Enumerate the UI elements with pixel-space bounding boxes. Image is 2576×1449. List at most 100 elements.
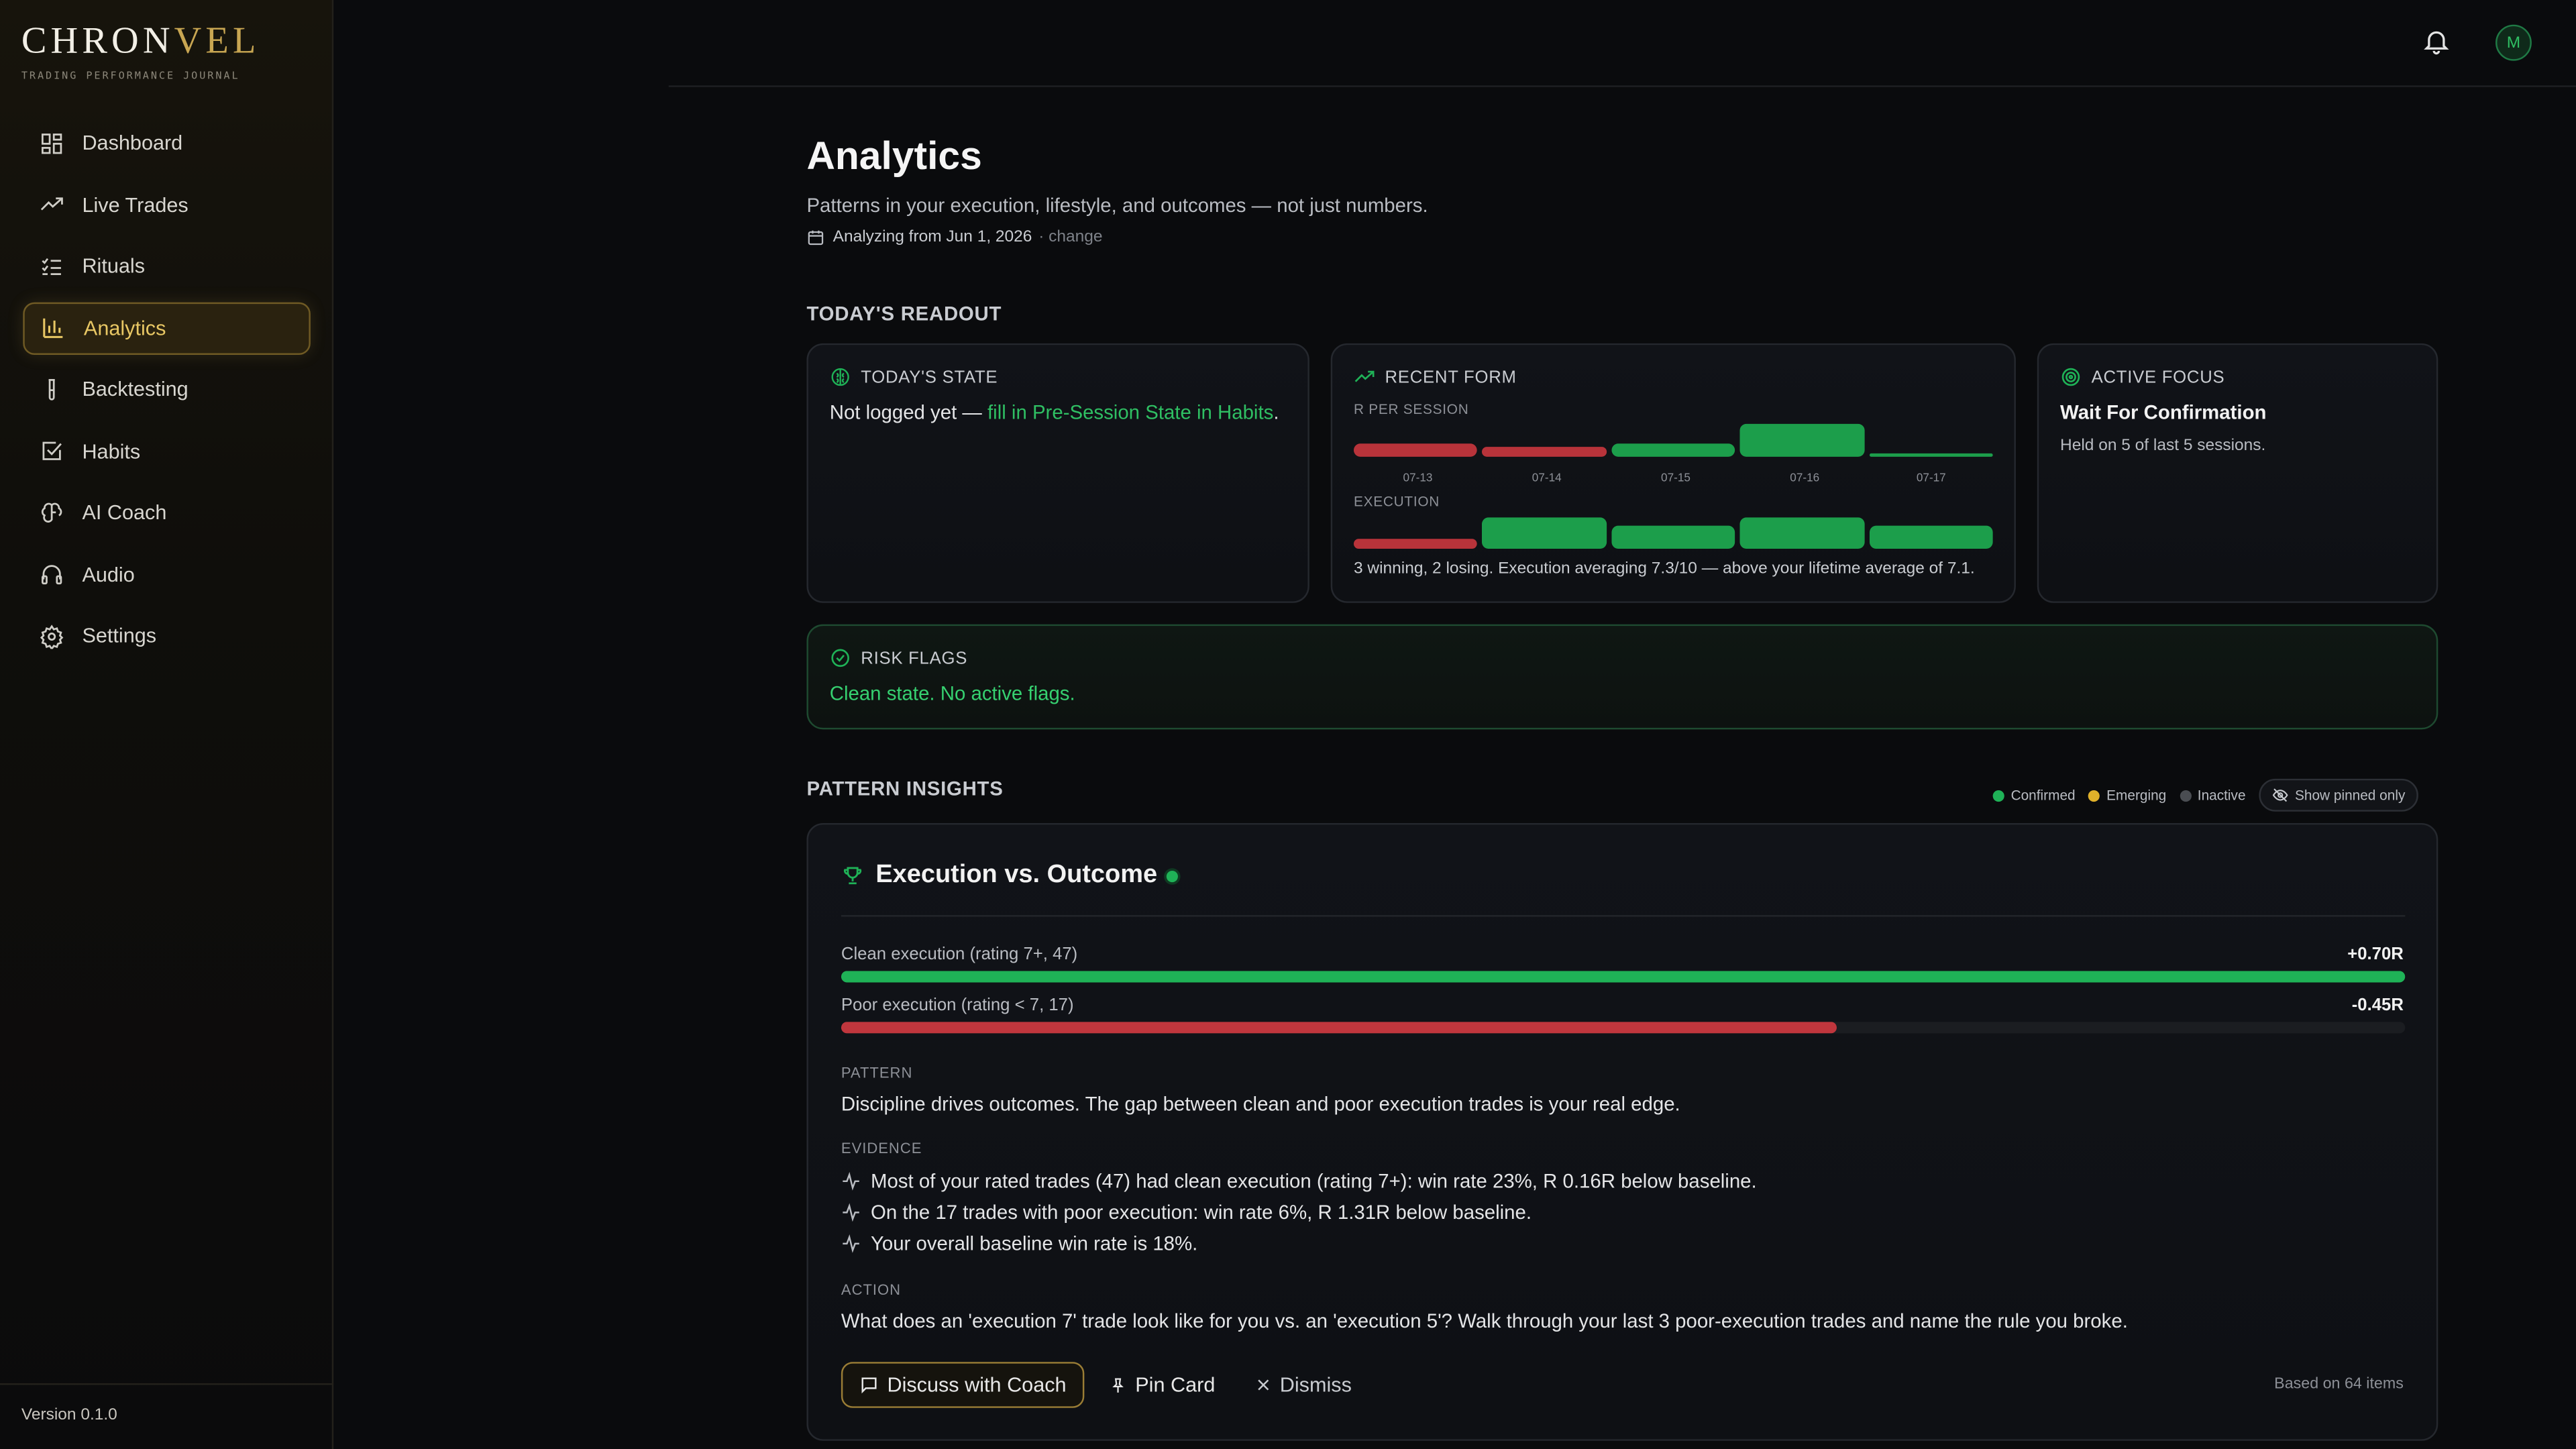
legend-inactive: Inactive [2179,787,2246,804]
eye-off-icon [2272,787,2288,803]
session-date: 07-13 [1403,473,1433,485]
evidence-label: EVIDENCE [841,1140,922,1157]
nav-label: Rituals [82,254,146,278]
active-focus-title: ACTIVE FOCUS [2091,367,2225,387]
close-icon [1255,1377,1271,1393]
nav-item-rituals[interactable]: Rituals [23,240,311,292]
pin-card-button[interactable]: Pin Card [1109,1373,1216,1397]
legend-label: Confirmed [2010,787,2076,804]
sidebar-nav: Dashboard Live Trades Rituals Analytics … [23,117,311,672]
pre-session-link[interactable]: fill in Pre-Session State in Habits [987,401,1273,424]
clean-execution-label: Clean execution (rating 7+, 47) [841,945,1078,965]
evidence-item: Your overall baseline win rate is 18%. [841,1232,1197,1255]
evidence-text: On the 17 trades with poor execution: wi… [870,1201,1532,1224]
session-date-labels: 07-13 07-14 07-15 07-16 07-17 [1354,473,1993,484]
nav-label: Live Trades [82,193,189,217]
pin-icon [1109,1376,1127,1394]
trending-up-icon [40,193,64,217]
recent-form-card: RECENT FORM R PER SESSION 07-13 07-14 07… [1330,343,2016,603]
todays-state-header: TODAY'S STATE [830,366,998,388]
state-text-end: . [1273,400,1279,424]
risk-flags-header: RISK FLAGS [830,647,967,669]
notifications-bell-icon[interactable] [2422,26,2451,56]
dismiss-button[interactable]: Dismiss [1255,1373,1352,1397]
divider [841,915,2406,917]
gear-icon [40,623,64,649]
risk-flags-title: RISK FLAGS [861,648,968,668]
nav-item-habits[interactable]: Habits [23,425,311,477]
based-on-count: Based on 64 items [2274,1375,2404,1393]
analyzing-label: Analyzing from Jun 1, 2026 [833,228,1032,247]
dashboard-icon [40,131,64,156]
recent-form-header: RECENT FORM [1354,366,1517,388]
action-label: ACTION [841,1281,902,1298]
confirmed-dot-icon [1992,789,2004,801]
session-date: 07-15 [1661,473,1690,485]
nav-item-audio[interactable]: Audio [23,548,311,600]
poor-execution-label: Poor execution (rating < 7, 17) [841,996,1074,1016]
r-bar-0714 [1481,447,1607,457]
session-date: 07-17 [1916,473,1946,485]
nav-label: Dashboard [82,131,183,155]
bar-chart-icon [41,315,66,340]
r-bar-0715 [1611,443,1735,457]
poor-execution-track [841,1022,2406,1034]
trending-up-icon [1354,366,1375,388]
focus-name: Wait For Confirmation [2060,400,2267,424]
nav-label: Audio [82,562,135,586]
page-subtitle: Patterns in your execution, lifestyle, a… [806,193,1428,217]
insight-card-execution-vs-outcome: Execution vs. Outcome Clean execution (r… [806,822,2438,1441]
evidence-item: On the 17 trades with poor execution: wi… [841,1201,1532,1224]
activity-icon [841,1171,861,1191]
button-label: Discuss with Coach [887,1373,1067,1397]
session-date: 07-14 [1532,473,1562,485]
todays-state-text: Not logged yet — fill in Pre-Session Sta… [830,401,1279,424]
r-bar-0713 [1353,443,1477,457]
checklist-icon [40,254,64,278]
exec-bar-0714 [1481,517,1607,549]
poor-execution-bar [841,1022,1838,1034]
nav-item-dashboard[interactable]: Dashboard [23,117,311,169]
nav-label: AI Coach [82,500,167,525]
nav-item-live-trades[interactable]: Live Trades [23,178,311,231]
nav-item-ai-coach[interactable]: AI Coach [23,486,311,539]
headphones-icon [40,562,64,587]
pinned-label: Show pinned only [2295,787,2406,804]
session-date: 07-16 [1790,473,1820,485]
confirmed-status-dot [1167,869,1179,881]
evidence-text: Most of your rated trades (47) had clean… [870,1169,1757,1193]
pattern-label: PATTERN [841,1064,913,1081]
discuss-with-coach-button[interactable]: Discuss with Coach [841,1362,1085,1408]
user-avatar[interactable]: M [2496,24,2532,61]
active-focus-header: ACTIVE FOCUS [2060,366,2224,388]
test-tube-icon [40,377,64,402]
poor-execution-value: -0.45R [2351,996,2404,1016]
todays-state-card: TODAY'S STATE Not logged yet — fill in P… [806,343,1309,603]
clean-execution-bar [841,971,2406,983]
risk-flags-card: RISK FLAGS Clean state. No active flags. [806,624,2438,730]
topbar-divider [668,85,2576,87]
execution-label: EXECUTION [1353,492,1440,510]
nav-label: Habits [82,439,141,463]
show-pinned-only-toggle[interactable]: Show pinned only [2259,778,2418,812]
legend-confirmed: Confirmed [1992,787,2076,804]
exec-bar-0716 [1739,517,1865,549]
brand-logo[interactable]: CHRONVEL [21,19,260,62]
nav-item-settings[interactable]: Settings [23,610,311,662]
message-icon [859,1375,879,1395]
trophy-icon [841,864,864,887]
emerging-dot-icon [2088,789,2100,801]
brand-tagline: TRADING PERFORMANCE JOURNAL [21,70,240,83]
readout-heading: TODAY'S READOUT [806,302,1002,325]
nav-item-analytics[interactable]: Analytics [23,301,311,354]
change-date-link[interactable]: · change [1038,228,1102,246]
action-text: What does an 'execution 7' trade look li… [841,1309,2128,1333]
nav-item-backtesting[interactable]: Backtesting [23,363,311,415]
pattern-text: Discipline drives outcomes. The gap betw… [841,1092,1680,1116]
sidebar: CHRONVEL TRADING PERFORMANCE JOURNAL Das… [0,0,334,1449]
legend-label: Inactive [2197,787,2246,804]
recent-form-summary: 3 winning, 2 losing. Execution averaging… [1353,560,1975,579]
evidence-text: Your overall baseline win rate is 18%. [870,1232,1198,1256]
button-label: Pin Card [1135,1373,1216,1397]
legend-emerging: Emerging [2088,787,2166,804]
